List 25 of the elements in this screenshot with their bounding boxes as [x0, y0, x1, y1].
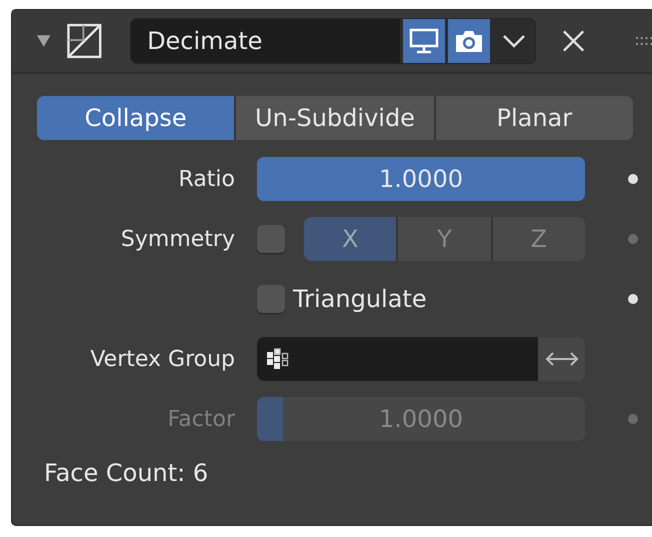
- double-arrow-icon: [544, 351, 578, 367]
- ratio-slider[interactable]: 1.0000: [257, 157, 585, 201]
- mode-tab[interactable]: Un-Subdivide: [236, 96, 434, 140]
- slider-value: 1.0000: [379, 165, 463, 193]
- decimate-modifier-icon: [67, 23, 102, 59]
- field-label: Symmetry: [120, 226, 235, 252]
- close-icon[interactable]: [562, 29, 585, 53]
- mode-tab[interactable]: Planar: [436, 96, 633, 140]
- collapse-triangle-icon[interactable]: [36, 34, 52, 48]
- checkbox[interactable]: [257, 285, 285, 313]
- field-label: Ratio: [178, 166, 235, 192]
- keyframe-dot[interactable]: [628, 174, 638, 184]
- invert-button[interactable]: [538, 337, 585, 381]
- vertex-group-icon: [267, 348, 289, 370]
- mode-tab[interactable]: Collapse: [37, 96, 234, 140]
- vertex-group-field[interactable]: [257, 337, 538, 381]
- drag-grip-icon[interactable]: [636, 37, 652, 45]
- field-label: Factor: [166, 406, 235, 432]
- checkbox-label: Triangulate: [293, 285, 427, 313]
- keyframe-dot[interactable]: [628, 294, 638, 304]
- slider-value: 1.0000: [379, 405, 463, 433]
- face-count-text: Face Count: 6: [44, 458, 210, 487]
- keyframe-dot[interactable]: [628, 414, 638, 424]
- field-label: Vertex Group: [89, 346, 235, 372]
- keyframe-dot[interactable]: [628, 234, 638, 244]
